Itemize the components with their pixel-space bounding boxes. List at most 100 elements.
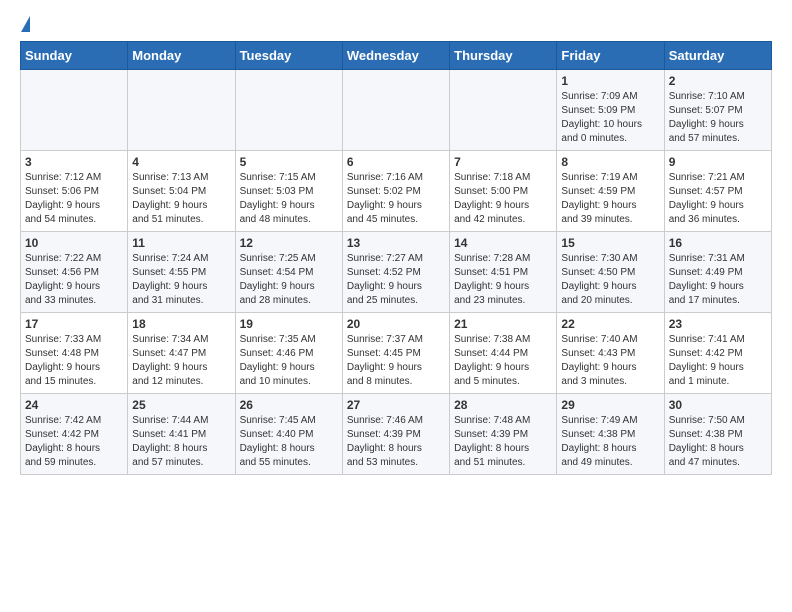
day-detail: Sunrise: 7:33 AM Sunset: 4:48 PM Dayligh… — [25, 334, 101, 387]
calendar-cell: 26 Sunrise: 7:45 AM Sunset: 4:40 PM Dayli… — [235, 394, 342, 475]
calendar-cell: 24 Sunrise: 7:42 AM Sunset: 4:42 PM Dayli… — [21, 394, 128, 475]
calendar-cell — [128, 70, 235, 151]
day-number: 10 — [25, 236, 123, 250]
calendar-cell: 4 Sunrise: 7:13 AM Sunset: 5:04 PM Daylig… — [128, 151, 235, 232]
day-number: 12 — [240, 236, 338, 250]
calendar-cell — [21, 70, 128, 151]
calendar-cell: 5 Sunrise: 7:15 AM Sunset: 5:03 PM Daylig… — [235, 151, 342, 232]
day-detail: Sunrise: 7:34 AM Sunset: 4:47 PM Dayligh… — [132, 334, 208, 387]
logo-text — [20, 16, 30, 33]
day-number: 16 — [669, 236, 767, 250]
calendar-cell: 10 Sunrise: 7:22 AM Sunset: 4:56 PM Dayli… — [21, 232, 128, 313]
day-number: 27 — [347, 398, 445, 412]
calendar-cell: 14 Sunrise: 7:28 AM Sunset: 4:51 PM Dayli… — [450, 232, 557, 313]
day-detail: Sunrise: 7:40 AM Sunset: 4:43 PM Dayligh… — [561, 334, 637, 387]
logo-triangle-icon — [21, 16, 30, 32]
calendar-cell: 17 Sunrise: 7:33 AM Sunset: 4:48 PM Dayli… — [21, 313, 128, 394]
day-detail: Sunrise: 7:24 AM Sunset: 4:55 PM Dayligh… — [132, 253, 208, 306]
header — [20, 16, 772, 31]
day-number: 19 — [240, 317, 338, 331]
day-number: 8 — [561, 155, 659, 169]
calendar-cell: 23 Sunrise: 7:41 AM Sunset: 4:42 PM Dayli… — [664, 313, 771, 394]
logo — [20, 16, 30, 31]
calendar-cell: 2Sunrise: 7:10 AM Sunset: 5:07 PM Daylig… — [664, 70, 771, 151]
day-number: 5 — [240, 155, 338, 169]
weekday-header-row: SundayMondayTuesdayWednesdayThursdayFrid… — [21, 42, 772, 70]
day-number: 4 — [132, 155, 230, 169]
day-detail: Sunrise: 7:25 AM Sunset: 4:54 PM Dayligh… — [240, 253, 316, 306]
day-detail: Sunrise: 7:42 AM Sunset: 4:42 PM Dayligh… — [25, 415, 101, 468]
day-number: 28 — [454, 398, 552, 412]
day-number: 26 — [240, 398, 338, 412]
calendar-cell: 3 Sunrise: 7:12 AM Sunset: 5:06 PM Daylig… — [21, 151, 128, 232]
day-detail: Sunrise: 7:31 AM Sunset: 4:49 PM Dayligh… — [669, 253, 745, 306]
weekday-header-monday: Monday — [128, 42, 235, 70]
day-number: 13 — [347, 236, 445, 250]
week-row-2: 3 Sunrise: 7:12 AM Sunset: 5:06 PM Daylig… — [21, 151, 772, 232]
calendar-cell: 29 Sunrise: 7:49 AM Sunset: 4:38 PM Dayli… — [557, 394, 664, 475]
day-detail: Sunrise: 7:10 AM Sunset: 5:07 PM Dayligh… — [669, 91, 745, 144]
week-row-3: 10 Sunrise: 7:22 AM Sunset: 4:56 PM Dayli… — [21, 232, 772, 313]
calendar-cell: 13 Sunrise: 7:27 AM Sunset: 4:52 PM Dayli… — [342, 232, 449, 313]
day-number: 23 — [669, 317, 767, 331]
day-number: 17 — [25, 317, 123, 331]
calendar-cell: 22 Sunrise: 7:40 AM Sunset: 4:43 PM Dayli… — [557, 313, 664, 394]
day-detail: Sunrise: 7:46 AM Sunset: 4:39 PM Dayligh… — [347, 415, 423, 468]
day-number: 6 — [347, 155, 445, 169]
day-detail: Sunrise: 7:49 AM Sunset: 4:38 PM Dayligh… — [561, 415, 637, 468]
day-detail: Sunrise: 7:48 AM Sunset: 4:39 PM Dayligh… — [454, 415, 530, 468]
day-number: 15 — [561, 236, 659, 250]
day-detail: Sunrise: 7:45 AM Sunset: 4:40 PM Dayligh… — [240, 415, 316, 468]
calendar-cell: 20Sunrise: 7:37 AM Sunset: 4:45 PM Dayli… — [342, 313, 449, 394]
calendar-cell: 6Sunrise: 7:16 AM Sunset: 5:02 PM Daylig… — [342, 151, 449, 232]
day-detail: Sunrise: 7:28 AM Sunset: 4:51 PM Dayligh… — [454, 253, 530, 306]
day-number: 18 — [132, 317, 230, 331]
weekday-header-friday: Friday — [557, 42, 664, 70]
calendar-page: SundayMondayTuesdayWednesdayThursdayFrid… — [0, 0, 792, 491]
calendar-cell: 19 Sunrise: 7:35 AM Sunset: 4:46 PM Dayli… — [235, 313, 342, 394]
calendar-cell: 16 Sunrise: 7:31 AM Sunset: 4:49 PM Dayli… — [664, 232, 771, 313]
calendar-cell: 1 Sunrise: 7:09 AM Sunset: 5:09 PM Daylig… — [557, 70, 664, 151]
day-detail: Sunrise: 7:27 AM Sunset: 4:52 PM Dayligh… — [347, 253, 423, 306]
weekday-header-thursday: Thursday — [450, 42, 557, 70]
calendar-cell: 11 Sunrise: 7:24 AM Sunset: 4:55 PM Dayli… — [128, 232, 235, 313]
day-number: 14 — [454, 236, 552, 250]
day-detail: Sunrise: 7:21 AM Sunset: 4:57 PM Dayligh… — [669, 172, 745, 225]
day-number: 21 — [454, 317, 552, 331]
day-number: 20 — [347, 317, 445, 331]
day-number: 1 — [561, 74, 659, 88]
calendar-body: 1 Sunrise: 7:09 AM Sunset: 5:09 PM Daylig… — [21, 70, 772, 475]
day-number: 24 — [25, 398, 123, 412]
day-detail: Sunrise: 7:09 AM Sunset: 5:09 PM Dayligh… — [561, 91, 642, 144]
calendar-cell: 9Sunrise: 7:21 AM Sunset: 4:57 PM Daylig… — [664, 151, 771, 232]
day-detail: Sunrise: 7:22 AM Sunset: 4:56 PM Dayligh… — [25, 253, 101, 306]
weekday-header-tuesday: Tuesday — [235, 42, 342, 70]
week-row-5: 24 Sunrise: 7:42 AM Sunset: 4:42 PM Dayli… — [21, 394, 772, 475]
day-number: 29 — [561, 398, 659, 412]
calendar-cell: 8 Sunrise: 7:19 AM Sunset: 4:59 PM Daylig… — [557, 151, 664, 232]
day-number: 30 — [669, 398, 767, 412]
calendar-cell: 12 Sunrise: 7:25 AM Sunset: 4:54 PM Dayli… — [235, 232, 342, 313]
calendar-cell — [235, 70, 342, 151]
calendar-cell — [450, 70, 557, 151]
calendar-table: SundayMondayTuesdayWednesdayThursdayFrid… — [20, 41, 772, 475]
calendar-cell: 18 Sunrise: 7:34 AM Sunset: 4:47 PM Dayli… — [128, 313, 235, 394]
weekday-header-saturday: Saturday — [664, 42, 771, 70]
calendar-cell — [342, 70, 449, 151]
day-number: 3 — [25, 155, 123, 169]
calendar-cell: 15Sunrise: 7:30 AM Sunset: 4:50 PM Dayli… — [557, 232, 664, 313]
day-detail: Sunrise: 7:13 AM Sunset: 5:04 PM Dayligh… — [132, 172, 208, 225]
day-detail: Sunrise: 7:50 AM Sunset: 4:38 PM Dayligh… — [669, 415, 745, 468]
day-detail: Sunrise: 7:15 AM Sunset: 5:03 PM Dayligh… — [240, 172, 316, 225]
week-row-1: 1 Sunrise: 7:09 AM Sunset: 5:09 PM Daylig… — [21, 70, 772, 151]
weekday-header-wednesday: Wednesday — [342, 42, 449, 70]
calendar-cell: 7Sunrise: 7:18 AM Sunset: 5:00 PM Daylig… — [450, 151, 557, 232]
day-detail: Sunrise: 7:35 AM Sunset: 4:46 PM Dayligh… — [240, 334, 316, 387]
day-number: 22 — [561, 317, 659, 331]
week-row-4: 17 Sunrise: 7:33 AM Sunset: 4:48 PM Dayli… — [21, 313, 772, 394]
day-number: 11 — [132, 236, 230, 250]
day-detail: Sunrise: 7:12 AM Sunset: 5:06 PM Dayligh… — [25, 172, 101, 225]
day-detail: Sunrise: 7:19 AM Sunset: 4:59 PM Dayligh… — [561, 172, 637, 225]
day-detail: Sunrise: 7:41 AM Sunset: 4:42 PM Dayligh… — [669, 334, 745, 387]
calendar-header: SundayMondayTuesdayWednesdayThursdayFrid… — [21, 42, 772, 70]
